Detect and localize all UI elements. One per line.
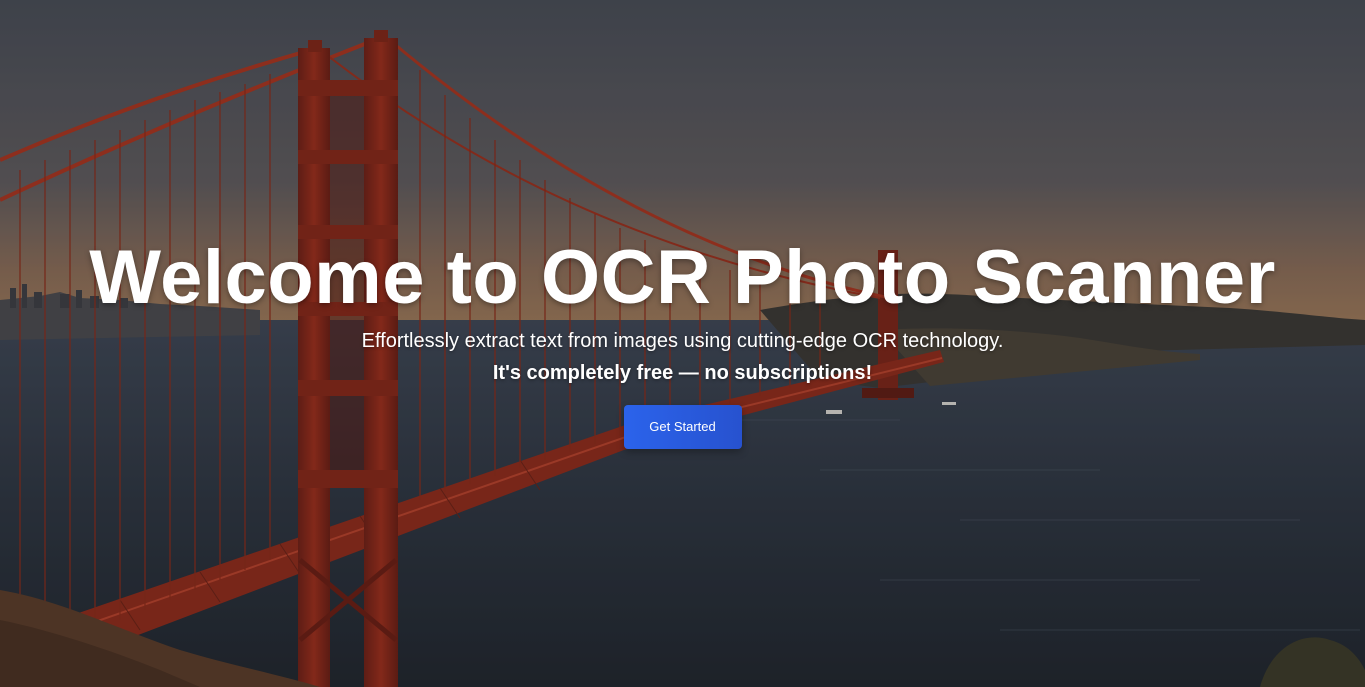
hero-section: Welcome to OCR Photo Scanner Effortlessl… xyxy=(0,0,1365,687)
get-started-button[interactable]: Get Started xyxy=(623,405,742,449)
hero-subtitle: Effortlessly extract text from images us… xyxy=(361,330,1004,352)
hero-tagline: It's completely free — no subscriptions! xyxy=(492,362,873,384)
hero-content: Welcome to OCR Photo Scanner Effortlessl… xyxy=(0,232,1365,449)
hero-title: Welcome to OCR Photo Scanner xyxy=(89,235,1276,320)
